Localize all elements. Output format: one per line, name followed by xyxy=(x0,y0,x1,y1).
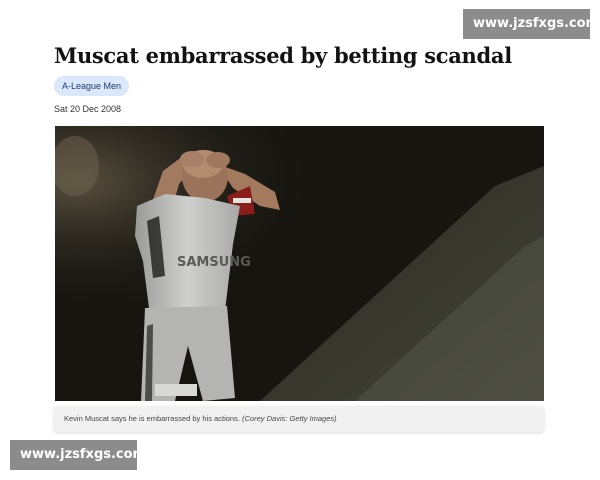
caption-credit: (Corey Davis: Getty Images) xyxy=(242,414,337,423)
shirt-sponsor-text: SAMSUNG xyxy=(177,255,251,270)
article-date: Sat 20 Dec 2008 xyxy=(54,104,122,114)
category-tag[interactable]: A-League Men xyxy=(54,76,130,96)
watermark-bottom: www.jzsfxgs.com xyxy=(10,440,146,470)
article-headline: Muscat embarrassed by betting scandal xyxy=(54,43,512,68)
photo-caption: Kevin Muscat says he is embarrassed by h… xyxy=(54,406,544,432)
player-photo-illustration: SAMSUNG xyxy=(55,126,544,401)
article-photo: SAMSUNG xyxy=(55,126,544,401)
caption-text: Kevin Muscat says he is embarrassed by h… xyxy=(64,414,240,423)
watermark-top: www.jzsfxgs.com xyxy=(463,9,599,39)
